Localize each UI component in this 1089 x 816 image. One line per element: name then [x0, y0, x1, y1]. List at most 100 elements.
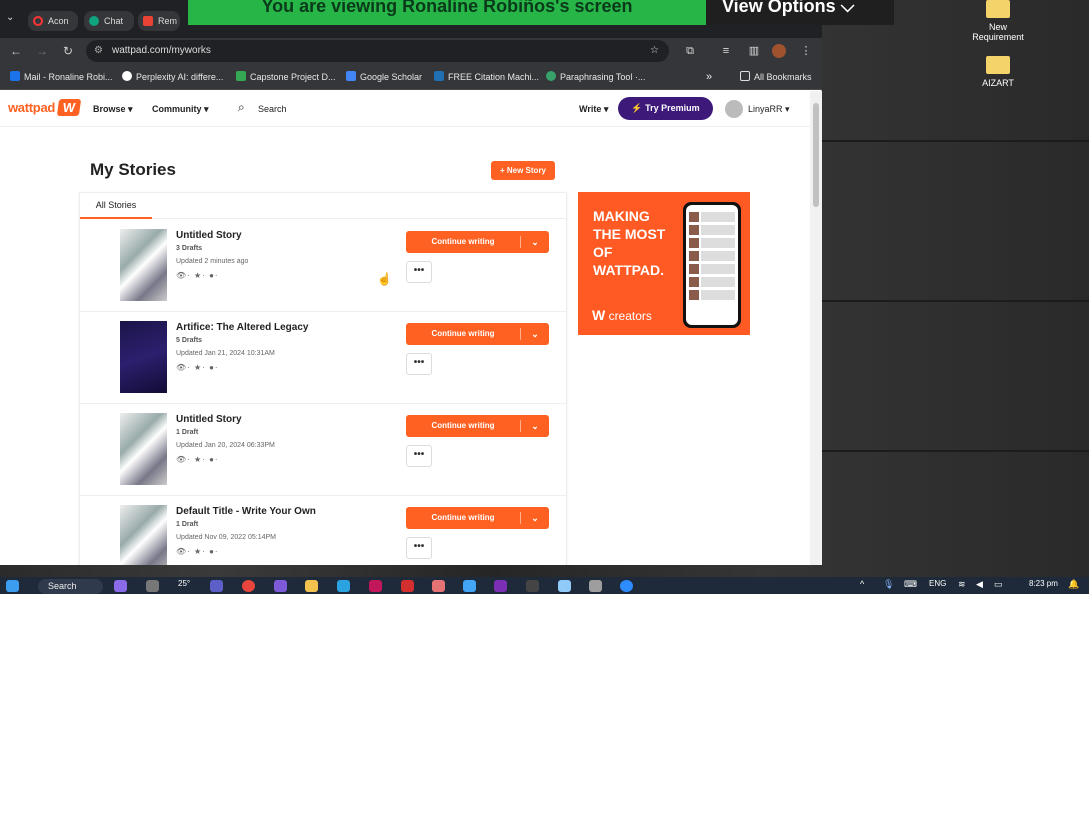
- more-options-button[interactable]: •••: [406, 537, 432, 559]
- story-cover[interactable]: [120, 413, 167, 485]
- chevron-down-icon[interactable]: ⌄: [525, 415, 545, 437]
- continue-writing-button[interactable]: Continue writing ⌄: [406, 231, 549, 253]
- all-bookmarks[interactable]: All Bookmarks: [740, 65, 812, 89]
- battery-icon[interactable]: ▭: [994, 579, 1003, 590]
- file-explorer-icon[interactable]: [305, 580, 318, 592]
- write-menu[interactable]: Write ▾: [579, 104, 608, 115]
- profile-avatar[interactable]: [772, 44, 786, 58]
- zoom-icon[interactable]: [620, 580, 633, 592]
- more-options-button[interactable]: •••: [406, 445, 432, 467]
- language-indicator[interactable]: ENG: [929, 579, 946, 588]
- forward-button[interactable]: →: [34, 43, 50, 59]
- more-options-button[interactable]: •••: [406, 261, 432, 283]
- bookmark-capstone[interactable]: Capstone Project D...: [236, 65, 336, 89]
- notepad-icon[interactable]: [463, 580, 476, 592]
- story-cover[interactable]: [120, 505, 167, 565]
- more-options-button[interactable]: •••: [406, 353, 432, 375]
- citation-icon: [434, 71, 444, 81]
- app-icon[interactable]: [369, 580, 382, 592]
- try-premium-button[interactable]: ⚡ Try Premium: [618, 97, 713, 120]
- creators-ad-banner[interactable]: MAKING THE MOST OF WATTPAD. W creators: [578, 192, 750, 335]
- tab-gmail[interactable]: Rem: [138, 11, 180, 31]
- telegram-icon[interactable]: [337, 580, 350, 592]
- wattpad-logo[interactable]: wattpad: [8, 100, 55, 115]
- divider: [520, 420, 521, 432]
- wattpad-logo-mark[interactable]: W: [56, 99, 82, 116]
- desktop-icon-new-requirement[interactable]: New Requirement: [963, 0, 1033, 42]
- pdf-icon[interactable]: [401, 580, 414, 592]
- viber-icon[interactable]: [274, 580, 287, 592]
- reload-button[interactable]: ↻: [60, 43, 76, 59]
- story-updated: Updated 2 minutes ago: [176, 258, 249, 265]
- continue-writing-button[interactable]: Continue writing ⌄: [406, 323, 549, 345]
- side-panel-icon[interactable]: ▥: [746, 43, 762, 59]
- more-bookmarks-icon[interactable]: »: [706, 65, 712, 89]
- list-item[interactable]: Untitled Story 1 Draft Updated Jan 20, 2…: [80, 404, 566, 496]
- notification-bell-icon[interactable]: 🔔: [1068, 579, 1079, 590]
- bookmark-citation[interactable]: FREE Citation Machi...: [434, 65, 539, 89]
- tab-search-chevron-icon[interactable]: ⌄: [6, 12, 14, 23]
- wattpad-header: wattpad W Browse ▾ Community ▾ ⌕ Search …: [0, 91, 810, 127]
- settings-icon[interactable]: [589, 580, 602, 592]
- address-bar[interactable]: ⚙ wattpad.com/myworks ☆: [86, 40, 669, 62]
- desktop-icon-aizart[interactable]: AIZART: [963, 56, 1033, 88]
- chevron-down-icon[interactable]: ⌄: [525, 507, 545, 529]
- scrollbar-thumb[interactable]: [813, 103, 819, 207]
- copilot-icon[interactable]: [114, 580, 127, 592]
- chrome-icon[interactable]: [242, 580, 255, 592]
- start-icon[interactable]: [6, 580, 19, 592]
- media-control-icon[interactable]: ≡: [718, 43, 734, 59]
- notion-icon[interactable]: [526, 580, 539, 592]
- clock[interactable]: 8:23 pm: [1029, 579, 1058, 588]
- snipping-icon[interactable]: [558, 580, 571, 592]
- tab-label: Rem: [158, 16, 178, 26]
- avatar[interactable]: [725, 100, 743, 118]
- app-icon[interactable]: [432, 580, 445, 592]
- chevron-down-icon[interactable]: ⌄: [525, 231, 545, 253]
- story-title[interactable]: Artifice: The Altered Legacy: [176, 322, 308, 333]
- user-menu[interactable]: LinyaRR ▾: [748, 104, 790, 115]
- community-menu[interactable]: Community ▾: [152, 104, 209, 115]
- list-item[interactable]: Default Title - Write Your Own 1 Draft U…: [80, 496, 566, 565]
- zoom-view-options-button[interactable]: View Options ⌵: [706, 0, 894, 25]
- chevron-down-icon[interactable]: ⌄: [525, 323, 545, 345]
- page-scrollbar[interactable]: [810, 91, 822, 565]
- continue-writing-button[interactable]: Continue writing ⌄: [406, 415, 549, 437]
- back-button[interactable]: ←: [8, 43, 24, 59]
- wifi-icon[interactable]: ≋: [958, 579, 966, 590]
- bookmark-star-icon[interactable]: ☆: [650, 40, 659, 62]
- microphone-icon[interactable]: 🎙: [883, 579, 894, 590]
- search-input[interactable]: Search: [258, 104, 287, 114]
- story-title[interactable]: Untitled Story: [176, 230, 242, 241]
- bookmark-perplexity[interactable]: Perplexity AI: differe...: [122, 65, 223, 89]
- bookmark-scholar[interactable]: Google Scholar: [346, 65, 422, 89]
- browse-menu[interactable]: Browse ▾: [93, 104, 133, 115]
- browser-menu-icon[interactable]: ⋮: [798, 43, 814, 59]
- weather-widget[interactable]: 25°: [178, 579, 190, 588]
- teams-icon[interactable]: [210, 580, 223, 592]
- list-item[interactable]: Untitled Story 3 Drafts Updated 2 minute…: [80, 220, 566, 312]
- bookmark-mail[interactable]: Mail - Ronaline Robi...: [10, 65, 113, 89]
- divider: [520, 236, 521, 248]
- onenote-icon[interactable]: [494, 580, 507, 592]
- list-item[interactable]: Artifice: The Altered Legacy 5 Drafts Up…: [80, 312, 566, 404]
- keyboard-icon[interactable]: ⌨: [904, 579, 917, 590]
- extensions-icon[interactable]: ⧉: [682, 43, 698, 59]
- chevron-up-icon[interactable]: ^: [860, 579, 864, 589]
- tab-acon[interactable]: Acon: [28, 11, 78, 31]
- taskbar-search[interactable]: Search: [38, 579, 103, 594]
- search-icon[interactable]: ⌕: [238, 101, 250, 113]
- story-cover[interactable]: [120, 229, 167, 301]
- story-cover[interactable]: [120, 321, 167, 393]
- story-title[interactable]: Default Title - Write Your Own: [176, 506, 316, 517]
- outlook-icon: [10, 71, 20, 81]
- volume-icon[interactable]: ◀: [976, 579, 983, 590]
- tab-all-stories[interactable]: All Stories: [80, 193, 152, 219]
- tab-chat[interactable]: Chat: [84, 11, 134, 31]
- site-settings-icon[interactable]: ⚙: [94, 45, 106, 57]
- continue-writing-button[interactable]: Continue writing ⌄: [406, 507, 549, 529]
- new-story-button[interactable]: + New Story: [491, 161, 555, 180]
- bookmark-paraphrasing[interactable]: Paraphrasing Tool ·...: [546, 65, 645, 89]
- task-view-icon[interactable]: [146, 580, 159, 592]
- story-title[interactable]: Untitled Story: [176, 414, 242, 425]
